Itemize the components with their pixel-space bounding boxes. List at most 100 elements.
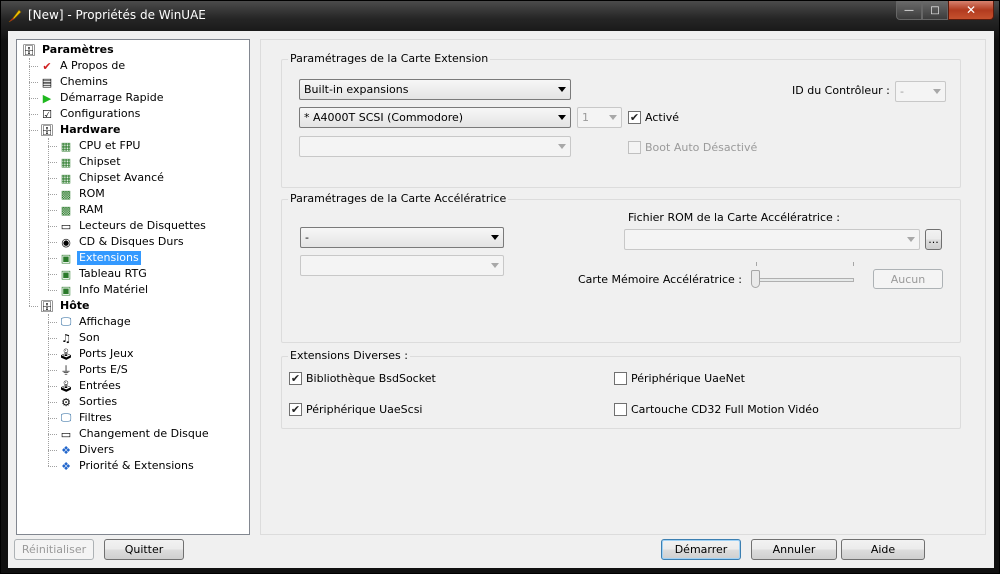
tree-item-cd-disques-durs[interactable]: ◉ CD & Disques Durs: [58, 234, 186, 250]
chevron-down-icon: [933, 89, 941, 94]
joystick-icon: 🕹: [59, 379, 73, 393]
tree-item-configurations[interactable]: ☑ Configurations: [39, 106, 142, 122]
checkmark-icon: ✔: [289, 403, 302, 416]
tree-item-label: Ports Jeux: [79, 347, 134, 360]
chevron-down-icon: [491, 263, 499, 268]
autoboot-disabled-checkbox[interactable]: Boot Auto Désactivé: [628, 141, 757, 154]
checklist-icon: ☑: [42, 107, 52, 121]
uaenet-checkbox[interactable]: Périphérique UaeNet: [614, 372, 745, 385]
tree-item-son[interactable]: ♫ Son: [58, 330, 102, 346]
tree-item-label: Divers: [79, 443, 115, 456]
bsdsocket-checkbox[interactable]: ✔ Bibliothèque BsdSocket: [289, 372, 436, 385]
disk-stack-icon: 🗄: [40, 123, 54, 137]
help-button[interactable]: Aide: [841, 539, 925, 560]
dialog-client-area: 🗄 Paramètres ✔ A Propos de ▤ Chemins ▶ Démarrag…: [8, 31, 994, 568]
tree-item-ports-jeux[interactable]: 🕹 Ports Jeux: [58, 346, 136, 362]
expansion-category-select[interactable]: Built-in expansions: [299, 79, 571, 100]
chip-icon: ▦: [60, 155, 72, 169]
disk-stack-icon: 🗄: [40, 299, 54, 313]
tree-item-label: Ports E/S: [79, 363, 128, 376]
extensions-panel: Paramétrages de la Carte Extension Built…: [260, 39, 986, 535]
autoboot-disabled-label: Boot Auto Désactivé: [645, 141, 758, 154]
maximize-button[interactable]: □: [922, 1, 948, 20]
disk-stack-icon: 🗄: [22, 43, 36, 57]
enabled-label: Activé: [645, 111, 680, 124]
chevron-down-icon: [609, 115, 617, 120]
tree-item-label: ROM: [79, 187, 105, 200]
tree-item-priorite-extensions[interactable]: ❖ Priorité & Extensions: [58, 458, 196, 474]
expansion-group-title: Paramétrages de la Carte Extension: [288, 52, 491, 65]
quit-button[interactable]: Quitter: [104, 539, 184, 560]
title-bar[interactable]: [New] - Propriétés de WinUAE — □ ✕: [1, 1, 999, 31]
tree-item-info-materiel[interactable]: ▣ Info Matériel: [58, 282, 150, 298]
expansion-option-select[interactable]: [299, 136, 571, 157]
tree-item-filtres[interactable]: 🖵 Filtres: [58, 410, 114, 426]
tree-item-cpu-et-fpu[interactable]: ▦ CPU et FPU: [58, 138, 142, 154]
tree-item-changement-de-disque[interactable]: ▭ Changement de Disque: [58, 426, 211, 442]
chevron-down-icon: [907, 237, 915, 242]
tree-item-sorties[interactable]: ⚙ Sorties: [58, 394, 119, 410]
tree-item-label: Paramètres: [42, 43, 114, 56]
tree-item-rom[interactable]: ▩ ROM: [58, 186, 107, 202]
memory-chip-icon: ▩: [60, 187, 72, 201]
uaenet-label: Périphérique UaeNet: [631, 372, 745, 385]
tree-item-label: Info Matériel: [79, 283, 149, 296]
minimize-button[interactable]: —: [896, 1, 922, 20]
close-button[interactable]: ✕: [948, 1, 994, 20]
floppy-drive-icon: ▭: [60, 427, 72, 441]
tree-item-extensions[interactable]: ▣ Extensions: [58, 250, 141, 266]
expansion-unit-select[interactable]: 1: [577, 107, 622, 128]
misc-extensions-group: Extensions Diverses : ✔ Bibliothèque Bsd…: [281, 349, 961, 429]
browse-rom-button[interactable]: ...: [925, 229, 942, 250]
tree-item-lecteurs-de-disquettes[interactable]: ▭ Lecteurs de Disquettes: [58, 218, 208, 234]
accelerator-option-select[interactable]: [300, 255, 504, 276]
tree-item-label: Changement de Disque: [79, 427, 209, 440]
tree-item-label: CPU et FPU: [79, 139, 141, 152]
start-button[interactable]: Démarrer: [661, 539, 741, 560]
controller-id-select[interactable]: -: [895, 81, 946, 102]
tree-item-parametres[interactable]: 🗄 Paramètres: [21, 42, 116, 58]
tree-item-label: Sorties: [79, 395, 118, 408]
settings-tree[interactable]: 🗄 Paramètres ✔ A Propos de ▤ Chemins ▶ Démarrag…: [16, 39, 250, 535]
tree-item-chipset-avance[interactable]: ▦ Chipset Avancé: [58, 170, 166, 186]
tree-item-tableau-rtg[interactable]: ▣ Tableau RTG: [58, 266, 149, 282]
document-list-icon: ▤: [41, 75, 53, 89]
tree-item-chipset[interactable]: ▦ Chipset: [58, 154, 123, 170]
expansion-card-icon: ▣: [60, 267, 72, 281]
tree-item-hote[interactable]: 🗄 Hôte: [39, 298, 91, 314]
tree-item-divers[interactable]: ❖ Divers: [58, 442, 116, 458]
tree-item-affichage[interactable]: 🖵 Affichage: [58, 314, 133, 330]
tree-item-ram[interactable]: ▩ RAM: [58, 202, 105, 218]
enabled-checkbox[interactable]: ✔ Activé: [628, 111, 679, 124]
expansion-board-select[interactable]: * A4000T SCSI (Commodore): [299, 107, 571, 128]
tree-item-ports-e-s[interactable]: ⏚ Ports E/S: [58, 362, 130, 378]
play-arrow-icon: ▶: [42, 91, 52, 105]
tree-item-label: Son: [79, 331, 100, 344]
expansion-card-icon: ▣: [60, 283, 72, 297]
tree-item-a-propos-de[interactable]: ✔ A Propos de: [39, 58, 127, 74]
tree-item-label: Hardware: [60, 123, 121, 136]
tree-item-chemins[interactable]: ▤ Chemins: [39, 74, 110, 90]
tree-item-label: Entrées: [79, 379, 121, 392]
tree-item-demarrage-rapide[interactable]: ▶ Démarrage Rapide: [39, 90, 165, 106]
bsdsocket-label: Bibliothèque BsdSocket: [306, 372, 436, 385]
cancel-button[interactable]: Annuler: [751, 539, 837, 560]
misc-group-title: Extensions Diverses :: [288, 349, 410, 362]
accelerator-rom-select[interactable]: [624, 229, 920, 250]
tree-item-hardware[interactable]: 🗄 Hardware: [39, 122, 122, 138]
tree-item-label: Affichage: [79, 315, 131, 328]
speaker-icon: ♫: [61, 331, 71, 345]
accelerator-board-select[interactable]: -: [300, 227, 504, 248]
uaescsi-checkbox[interactable]: ✔ Périphérique UaeScsi: [289, 403, 422, 416]
uaescsi-label: Périphérique UaeScsi: [306, 403, 423, 416]
memory-none-button[interactable]: Aucun: [873, 269, 943, 289]
chevron-down-icon: [558, 87, 566, 92]
joystick-icon: 🕹: [59, 347, 73, 361]
chevron-down-icon: [491, 235, 499, 240]
tree-item-label: Chipset Avancé: [79, 171, 164, 184]
tree-item-entrees[interactable]: 🕹 Entrées: [58, 378, 123, 394]
accelerator-rom-label: Fichier ROM de la Carte Accélératrice :: [628, 211, 840, 224]
accelerator-memory-slider[interactable]: [751, 270, 760, 288]
reset-button[interactable]: Réinitialiser: [14, 539, 94, 560]
cd32-fmv-checkbox[interactable]: Cartouche CD32 Full Motion Vidéo: [614, 403, 819, 416]
